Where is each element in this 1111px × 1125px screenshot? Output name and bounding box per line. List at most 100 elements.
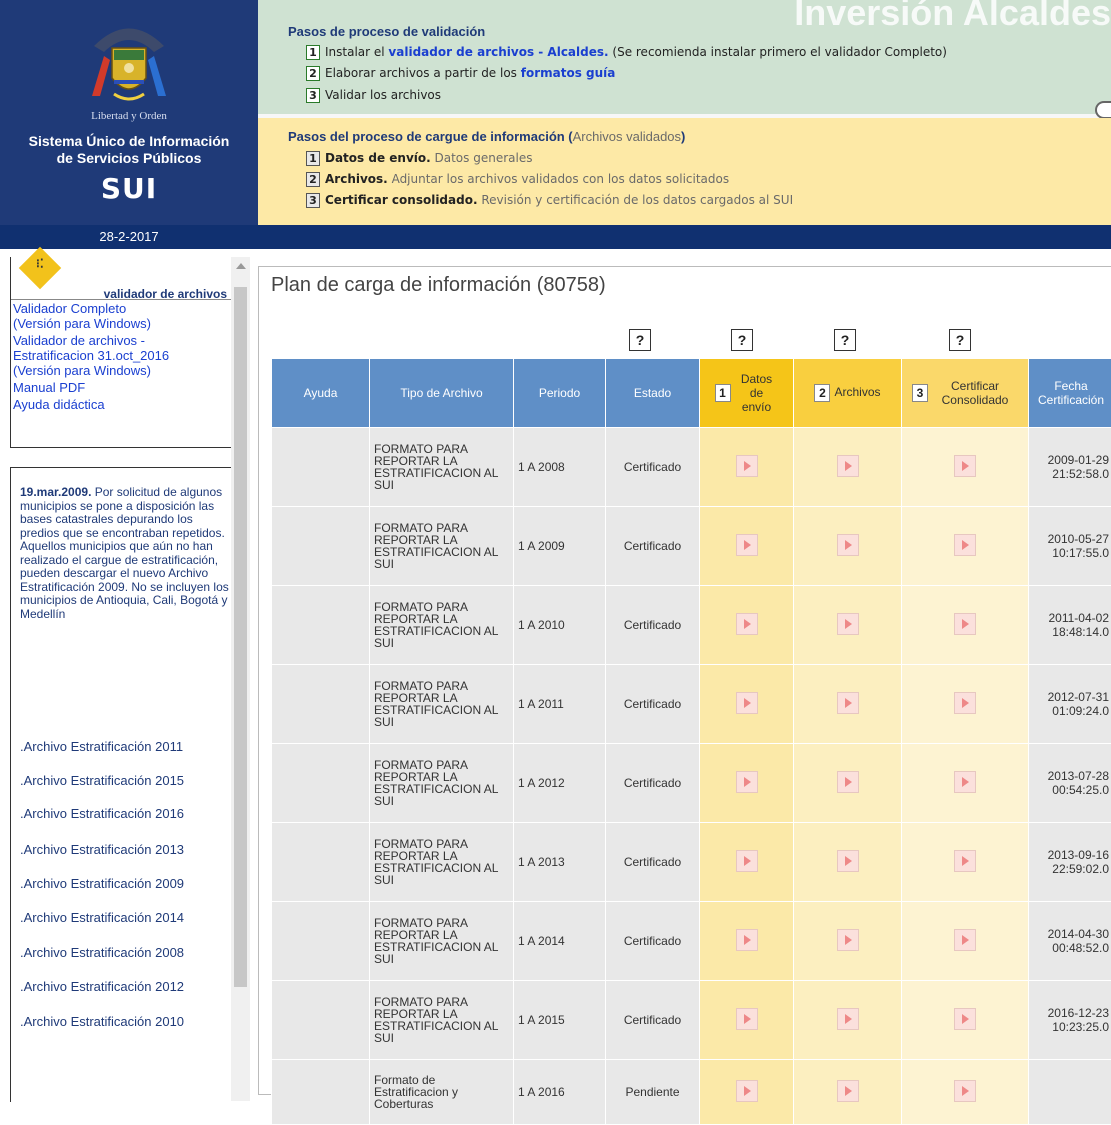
col-label: Archivos [834,385,880,399]
validador-estratificacion-link[interactable]: Validador de archivos - Estratificacion … [11,332,231,379]
formatos-guia-link[interactable]: formatos guía [521,66,616,80]
fecha-time: 21:52:58.0 [1030,467,1109,481]
validator-download-link[interactable]: validador de archivos - Alcaldes. [388,45,608,59]
table-row: FORMATO PARA REPORTAR LA ESTRATIFICACION… [272,744,1111,823]
help-archivos-icon[interactable]: ? [834,329,856,351]
step-text: Validar los archivos [325,88,441,102]
link-line: Validador de archivos - [13,333,145,348]
step-note: (Se recomienda instalar primero el valid… [609,45,947,59]
play-arrow-icon[interactable] [736,1008,758,1030]
cell-estado: Certificado [606,428,700,507]
cell-estado: Certificado [606,665,700,744]
archive-link[interactable]: .Archivo Estratificación 2016 [20,806,184,821]
play-arrow-icon[interactable] [736,534,758,556]
sidebar-scrollbar[interactable] [231,257,250,1101]
date-bar: 28-2-2017 [0,225,1111,249]
play-arrow-icon[interactable] [837,534,859,556]
archive-link[interactable]: .Archivo Estratificación 2009 [20,876,184,891]
fecha-time: 00:54:25.0 [1030,783,1109,797]
step-text: Elaborar archivos a partir de los [325,66,521,80]
section-watermark: Inversión Alcaldes [794,0,1111,34]
current-date: 28-2-2017 [0,229,258,244]
play-arrow-icon[interactable] [837,771,859,793]
cell-periodo: 1 A 2014 [514,902,606,981]
system-name-line2: de Servicios Públicos [0,150,258,167]
cell-fecha [1029,1060,1111,1125]
scrollbar-thumb[interactable] [234,287,247,987]
play-arrow-icon[interactable] [954,1080,976,1102]
cell-datos-envio [700,665,794,744]
archive-link[interactable]: .Archivo Estratificación 2010 [20,1014,184,1029]
play-arrow-icon[interactable] [954,534,976,556]
validador-completo-link[interactable]: Validador Completo (Versión para Windows… [11,300,231,332]
help-certificar-icon[interactable]: ? [949,329,971,351]
archive-link[interactable]: .Archivo Estratificación 2008 [20,945,184,960]
step-number: 1 [306,151,320,166]
cell-fecha: 2011-04-0218:48:14.0 [1029,586,1111,665]
cell-archivos [794,586,902,665]
play-arrow-icon[interactable] [837,850,859,872]
ayuda-didactica-link[interactable]: Ayuda didáctica [11,396,231,413]
brand-logo: SUI [0,172,258,205]
play-arrow-icon[interactable] [837,1080,859,1102]
help-estado-icon[interactable]: ? [629,329,651,351]
cell-archivos [794,902,902,981]
cell-periodo: 1 A 2010 [514,586,606,665]
cell-tipo: FORMATO PARA REPORTAR LA ESTRATIFICACION… [370,507,514,586]
upload-title: Pasos del proceso de cargue de informaci… [288,129,685,144]
archive-link[interactable]: .Archivo Estratificación 2015 [20,773,184,788]
page-title: Plan de carga de información (80758) [271,274,606,297]
panel-scroll-handle[interactable] [1095,101,1111,119]
play-arrow-icon[interactable] [954,613,976,635]
table-row: FORMATO PARA REPORTAR LA ESTRATIFICACION… [272,428,1111,507]
play-arrow-icon[interactable] [954,929,976,951]
cell-tipo: FORMATO PARA REPORTAR LA ESTRATIFICACION… [370,665,514,744]
cell-datos-envio [700,981,794,1060]
tools-title: validador de archivos [77,287,227,301]
col-archivos: 2Archivos [794,359,902,428]
help-datos-icon[interactable]: ? [731,329,753,351]
system-name-line1: Sistema Único de Información [0,133,258,150]
fecha-date: 2016-12-23 [1030,1006,1109,1020]
col-fecha: Fecha Certificación [1029,359,1111,428]
manual-pdf-link[interactable]: Manual PDF [11,379,231,396]
news-body: Por solicitud de algunos municipios se p… [20,485,229,621]
fecha-time: 10:23:25.0 [1030,1020,1109,1034]
step-number: 1 [715,384,731,402]
system-name: Sistema Único de Información de Servicio… [0,133,258,167]
cell-certificar [902,744,1029,823]
play-arrow-icon[interactable] [837,692,859,714]
play-arrow-icon[interactable] [837,929,859,951]
table-row: Formato de Estratificacion y Coberturas1… [272,1060,1111,1125]
archive-link[interactable]: .Archivo Estratificación 2013 [20,842,184,857]
scroll-up-icon[interactable] [236,263,246,269]
play-arrow-icon[interactable] [954,850,976,872]
cell-certificar [902,823,1029,902]
cell-tipo: FORMATO PARA REPORTAR LA ESTRATIFICACION… [370,823,514,902]
play-arrow-icon[interactable] [736,692,758,714]
play-arrow-icon[interactable] [837,455,859,477]
cell-ayuda [272,823,370,902]
play-arrow-icon[interactable] [736,613,758,635]
play-arrow-icon[interactable] [837,613,859,635]
cell-ayuda [272,665,370,744]
play-arrow-icon[interactable] [837,1008,859,1030]
play-arrow-icon[interactable] [736,455,758,477]
step-text: Datos generales [431,151,533,165]
cell-certificar [902,981,1029,1060]
archive-link[interactable]: .Archivo Estratificación 2011 [20,739,183,754]
cell-archivos [794,981,902,1060]
play-arrow-icon[interactable] [954,771,976,793]
col-datos-envio: 1Datos de envío [700,359,794,428]
play-arrow-icon[interactable] [736,929,758,951]
play-arrow-icon[interactable] [954,692,976,714]
play-arrow-icon[interactable] [736,771,758,793]
upload-title-main: Pasos del proceso de cargue de informaci… [288,129,573,144]
play-arrow-icon[interactable] [736,850,758,872]
archive-link[interactable]: .Archivo Estratificación 2014 [20,910,184,925]
archive-link[interactable]: .Archivo Estratificación 2012 [20,979,184,994]
cell-periodo: 1 A 2015 [514,981,606,1060]
play-arrow-icon[interactable] [954,455,976,477]
play-arrow-icon[interactable] [736,1080,758,1102]
play-arrow-icon[interactable] [954,1008,976,1030]
